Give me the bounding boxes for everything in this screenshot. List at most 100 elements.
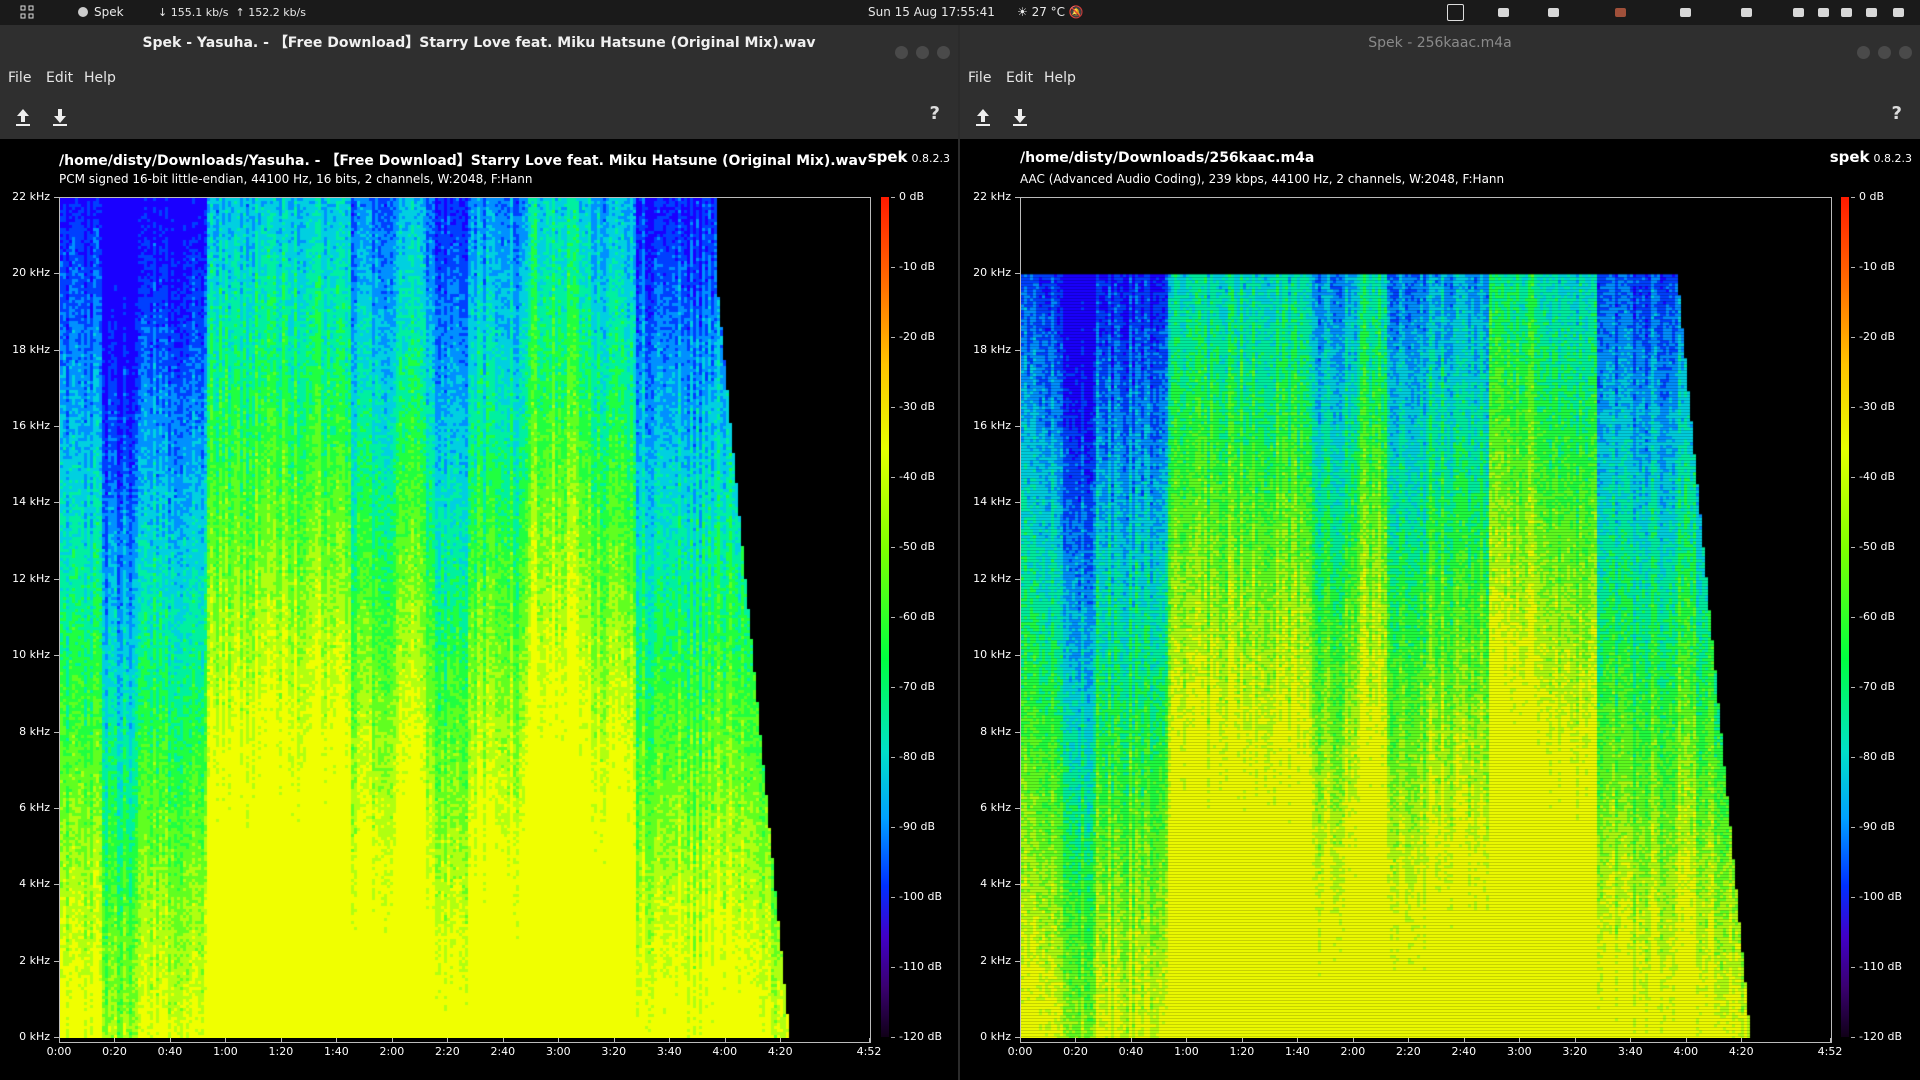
x-tick-label: 3:00 [1506, 1045, 1532, 1058]
x-tick-label: 3:20 [601, 1045, 627, 1058]
db-tick [1851, 1037, 1855, 1038]
help-button[interactable]: ? [930, 103, 940, 124]
x-tick-label: 4:00 [712, 1045, 738, 1058]
menu-file[interactable]: File [8, 61, 31, 95]
db-tick-label: -90 dB [1859, 820, 1895, 833]
db-tick-label: -20 dB [1859, 330, 1895, 343]
db-tick-label: -80 dB [899, 750, 935, 763]
x-tick-label: 3:40 [656, 1045, 682, 1058]
y-tick-label: 14 kHz [12, 495, 50, 509]
y-tick-label: 22 kHz [12, 190, 50, 203]
db-tick [1851, 757, 1855, 758]
menu-help[interactable]: Help [1044, 61, 1076, 95]
x-tick [1241, 1038, 1243, 1043]
db-tick [891, 967, 895, 968]
db-tick-label: 0 dB [899, 190, 925, 203]
window-titlebar[interactable]: Spek - 256kaac.m4a [960, 25, 1920, 61]
display-icon[interactable] [1790, 4, 1807, 21]
spectrogram[interactable] [1020, 197, 1832, 1043]
chat-icon[interactable] [1545, 4, 1562, 21]
db-tick [891, 197, 895, 198]
x-tick [1408, 1038, 1410, 1043]
x-tick-label: 1:00 [213, 1045, 238, 1058]
window-icon[interactable] [1447, 4, 1464, 21]
menu-help[interactable]: Help [84, 61, 116, 95]
down-arrow-icon: ↓ [158, 6, 168, 19]
mic-icon[interactable] [1863, 4, 1880, 21]
bluetooth-icon[interactable] [1815, 4, 1832, 21]
y-tick-label: 18 kHz [12, 342, 50, 356]
x-tick-label: 1:20 [1229, 1045, 1255, 1058]
menu-file[interactable]: File [968, 61, 991, 95]
home-icon[interactable] [1738, 4, 1755, 21]
window-titlebar[interactable]: Spek - Yasuha. - 【Free Download】Starry L… [0, 25, 958, 61]
x-tick [1463, 1038, 1465, 1043]
spek-brand: spek 0.8.2.3 [1830, 148, 1912, 166]
spectrogram[interactable] [59, 197, 871, 1043]
x-tick [447, 1038, 449, 1043]
help-button[interactable]: ? [1892, 103, 1902, 124]
x-tick-label: 0:40 [157, 1045, 183, 1058]
volume-icon[interactable] [1838, 4, 1855, 21]
db-tick [891, 547, 895, 548]
clipboard-icon[interactable] [1495, 4, 1512, 21]
menu-edit[interactable]: Edit [1006, 61, 1033, 95]
x-tick [169, 1038, 171, 1043]
spek-version: 0.8.2.3 [1873, 152, 1912, 165]
x-tick [1186, 1038, 1188, 1043]
db-tick-label: -30 dB [899, 400, 935, 413]
maximize-button[interactable] [916, 46, 929, 59]
discord-icon[interactable] [1677, 4, 1694, 21]
open-file-button[interactable] [970, 104, 996, 130]
active-app-indicator[interactable]: Spek [78, 0, 124, 25]
x-tick-label: 1:40 [1285, 1045, 1310, 1058]
x-tick [724, 1038, 726, 1043]
y-tick-label: 4 kHz [980, 877, 1011, 891]
app-grid-icon[interactable] [20, 0, 34, 25]
clock[interactable]: Sun 15 Aug 17:55:41 [868, 0, 995, 25]
x-tick [1020, 1038, 1021, 1043]
save-file-button[interactable] [47, 104, 73, 130]
minimize-button[interactable] [895, 46, 908, 59]
spek-brand: spek 0.8.2.3 [868, 148, 950, 166]
minimize-button[interactable] [1857, 46, 1870, 59]
power-icon[interactable] [1890, 4, 1907, 21]
x-tick-label: 2:20 [434, 1045, 460, 1058]
db-tick [891, 617, 895, 618]
x-tick [502, 1038, 504, 1043]
y-tick-label: 4 kHz [19, 877, 50, 891]
db-tick [891, 757, 895, 758]
weather[interactable]: ☀ 27 °C 🔕 [1017, 0, 1084, 25]
x-tick [1352, 1038, 1354, 1043]
open-file-button[interactable] [10, 104, 36, 130]
close-button[interactable] [1899, 46, 1912, 59]
x-tick-label: 2:40 [1451, 1045, 1477, 1058]
y-tick-label: 10 kHz [973, 648, 1011, 662]
spek-name: spek [1829, 148, 1870, 166]
app-icon[interactable] [1612, 4, 1629, 21]
x-tick-label: 1:00 [1174, 1045, 1199, 1058]
y-tick-label: 2 kHz [19, 953, 50, 967]
toolbar: ? [0, 95, 958, 140]
x-tick [1685, 1038, 1687, 1043]
y-tick-label: 2 kHz [980, 953, 1011, 967]
menu-edit[interactable]: Edit [46, 61, 73, 95]
db-tick [891, 267, 895, 268]
x-tick [336, 1038, 338, 1043]
y-tick-label: 8 kHz [19, 724, 50, 738]
download-icon [53, 109, 67, 126]
window-title: Spek - 256kaac.m4a [1368, 35, 1512, 51]
save-file-button[interactable] [1007, 104, 1033, 130]
x-tick-label: 4:52 [1817, 1045, 1843, 1058]
notifications-off-icon: 🔕 [1068, 5, 1084, 19]
db-tick [1851, 197, 1855, 198]
db-tick-label: -80 dB [1859, 750, 1895, 763]
db-tick-label: -10 dB [899, 260, 935, 273]
file-info: AAC (Advanced Audio Coding), 239 kbps, 4… [1020, 172, 1505, 186]
maximize-button[interactable] [1878, 46, 1891, 59]
spectrogram-panel: /home/disty/Downloads/256kaac.m4a AAC (A… [960, 139, 1920, 1080]
db-tick-label: -90 dB [899, 820, 935, 833]
close-button[interactable] [937, 46, 950, 59]
db-tick-label: -50 dB [1859, 540, 1895, 553]
weather-temp: 27 °C [1031, 5, 1066, 19]
